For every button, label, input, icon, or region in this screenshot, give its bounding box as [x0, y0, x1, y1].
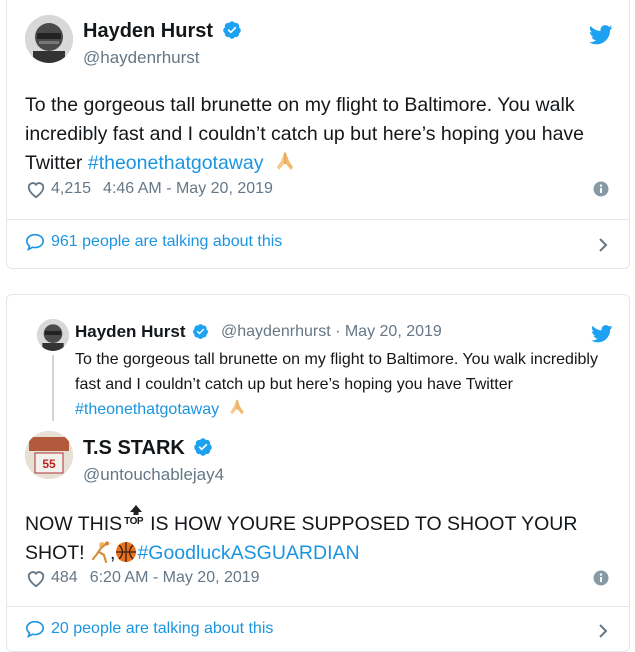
talking-link[interactable]: 961 people are talking about this — [25, 233, 282, 251]
thread-line — [52, 355, 54, 421]
svg-text:55: 55 — [42, 457, 56, 471]
like-count[interactable]: 4,215 — [51, 180, 91, 198]
timestamp[interactable]: 6:20 AM - May 20, 2019 — [90, 569, 260, 587]
tweet-card-hayden: Hayden Hurst @haydenrhurst To the gorgeo… — [6, 0, 630, 269]
twitter-bird-icon[interactable] — [591, 325, 613, 343]
author-name[interactable]: T.S STARK — [83, 437, 213, 460]
avatar-stark[interactable]: 55 — [25, 431, 73, 479]
talking-link[interactable]: 20 people are talking about this — [25, 620, 273, 638]
chevron-right-icon[interactable] — [597, 623, 609, 639]
tweet-body-text-1: NOW THIS — [25, 513, 123, 535]
quoted-handle-date[interactable]: @haydenrhurst · May 20, 2019 — [221, 323, 442, 341]
tweet-meta: 484 6:20 AM - May 20, 2019 — [25, 568, 260, 588]
divider — [7, 606, 629, 607]
hashtag-link[interactable]: #theonethatgotaway — [75, 401, 219, 418]
timestamp[interactable]: 4:46 AM - May 20, 2019 — [103, 180, 273, 198]
avatar-image — [25, 15, 73, 63]
quoted-author-name[interactable]: Hayden Hurst — [75, 322, 209, 342]
basketball-emoji — [116, 541, 137, 562]
avatar-image — [37, 319, 69, 351]
top-label: TOP — [124, 516, 144, 527]
author-name-text: T.S STARK — [83, 437, 185, 459]
hashtag-link[interactable]: #GoodluckASGUARDIAN — [137, 542, 359, 564]
hashtag-link[interactable]: #theonethatgotaway — [88, 152, 264, 174]
praying-hands-emoji — [229, 399, 244, 415]
quoted-body: To the gorgeous tall brunette on my flig… — [75, 347, 615, 422]
heart-icon[interactable] — [25, 179, 47, 199]
verified-badge-icon — [222, 20, 241, 39]
author-name-text: Hayden Hurst — [83, 20, 214, 42]
tweet-body: NOW THIS TOP IS HOW YOURE SUPPOSED TO SH… — [25, 505, 621, 568]
twitter-bird-icon[interactable] — [589, 25, 613, 45]
talking-text: 20 people are talking about this — [51, 620, 274, 637]
chevron-right-icon[interactable] — [597, 237, 609, 253]
author-handle[interactable]: @haydenrhurst — [83, 48, 200, 68]
info-icon[interactable] — [593, 181, 609, 197]
avatar-hayden[interactable] — [25, 15, 73, 63]
like-count[interactable]: 484 — [51, 569, 78, 587]
tweet-meta: 4,215 4:46 AM - May 20, 2019 — [25, 179, 273, 199]
verified-badge-icon — [193, 323, 209, 339]
tweet-card-stark: Hayden Hurst @haydenrhurst · May 20, 201… — [6, 294, 630, 652]
author-handle[interactable]: @untouchablejay4 — [83, 465, 224, 485]
quoted-body-text: To the gorgeous tall brunette on my flig… — [75, 351, 598, 393]
speech-bubble-icon — [25, 233, 45, 251]
avatar-image: 55 — [25, 431, 73, 479]
quoted-author-name-text: Hayden Hurst — [75, 322, 186, 341]
avatar-hayden-small[interactable] — [37, 319, 69, 351]
author-name[interactable]: Hayden Hurst — [83, 20, 242, 43]
divider — [7, 219, 629, 220]
info-icon[interactable] — [593, 570, 609, 586]
speech-bubble-icon — [25, 620, 45, 638]
verified-badge-icon — [194, 437, 213, 456]
praying-hands-emoji — [276, 151, 293, 170]
tweet-body: To the gorgeous tall brunette on my flig… — [25, 91, 615, 178]
top-arrow-emoji: TOP — [123, 505, 149, 532]
basketball-player-emoji — [91, 541, 110, 563]
talking-text: 961 people are talking about this — [51, 233, 283, 250]
heart-icon[interactable] — [25, 568, 47, 588]
